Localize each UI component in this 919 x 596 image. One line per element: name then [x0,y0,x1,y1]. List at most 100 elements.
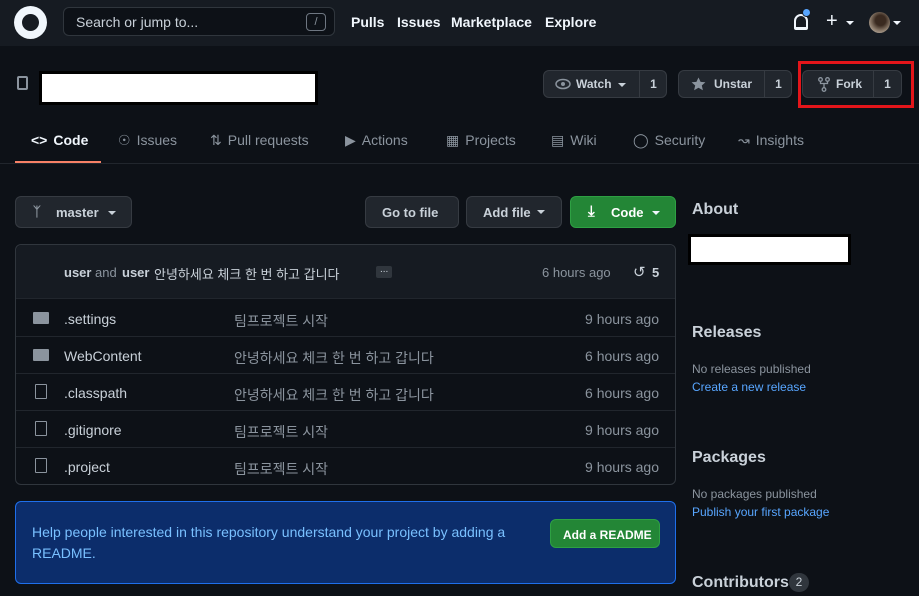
project-board-icon: ▦ [446,132,460,148]
tab-insights[interactable]: ↝ Insights [738,132,804,149]
file-list: user and user 안녕하세요 체크 한 번 하고 갑니다 ... 6 … [15,244,676,485]
repo-icon [17,76,28,90]
nav-explore[interactable]: Explore [545,14,596,30]
file-name[interactable]: .gitignore [64,422,122,438]
unstar-label: Unstar [714,77,753,91]
file-commit-message[interactable]: 팀프로젝트 시작 [234,311,328,331]
about-description-redacted [688,234,851,265]
branch-select-button[interactable]: ᛉ master [15,196,132,228]
nav-issues[interactable]: Issues [397,14,441,30]
file-row[interactable]: .gitignore 팀프로젝트 시작 9 hours ago [16,411,675,448]
watch-button[interactable]: Watch 1 [543,70,667,98]
profile-dropdown-caret-icon[interactable] [893,21,901,25]
tab-projects[interactable]: ▦ Projects [446,132,516,149]
commit-time: 6 hours ago [542,265,611,280]
issue-circle-icon: ☉ [118,132,131,148]
go-to-file-label: Go to file [382,205,439,220]
no-packages-text: No packages published [692,487,817,501]
tab-issues[interactable]: ☉ Issues [118,132,177,149]
readme-prompt: Help people interested in this repositor… [15,501,676,584]
nav-marketplace[interactable]: Marketplace [451,14,532,30]
fork-highlight-box [798,61,914,108]
commit-count[interactable]: 5 [652,265,659,280]
file-row[interactable]: WebContent 안녕하세요 체크 한 번 하고 갑니다 6 hours a… [16,337,675,374]
unstar-button[interactable]: Unstar 1 [678,70,792,98]
eye-icon [555,78,571,90]
history-icon[interactable]: ↺ [633,263,646,281]
file-name[interactable]: .project [64,459,110,475]
tab-issues-label: Issues [136,132,178,148]
tab-pull-requests-label: Pull requests [227,132,309,148]
tabs-divider [0,163,919,164]
tab-actions-label: Actions [361,132,408,148]
about-heading: About [692,201,739,218]
add-file-label: Add file [483,205,531,220]
file-icon [33,421,47,436]
commit-author-1[interactable]: user [64,265,91,280]
tab-security-label: Security [654,132,706,148]
file-row[interactable]: .classpath 안녕하세요 체크 한 번 하고 갑니다 6 hours a… [16,374,675,411]
no-releases-text: No releases published [692,362,811,376]
file-time: 6 hours ago [585,348,659,364]
releases-heading[interactable]: Releases [692,324,761,342]
tab-insights-label: Insights [755,132,804,148]
watch-caret-icon [618,83,626,87]
file-icon [33,458,47,473]
folder-icon [33,312,49,324]
star-icon [691,77,706,91]
file-name[interactable]: .settings [64,311,116,327]
file-name[interactable]: WebContent [64,348,142,364]
file-row[interactable]: .settings 팀프로젝트 시작 9 hours ago [16,300,675,337]
folder-icon [33,349,49,361]
add-file-button[interactable]: Add file [466,196,562,228]
shield-icon: ◯ [633,132,649,148]
repo-name-redacted[interactable] [39,71,318,105]
nav-pulls[interactable]: Pulls [351,14,384,30]
tab-projects-label: Projects [465,132,516,148]
commit-and: and [95,265,117,280]
tab-pull-requests[interactable]: ⇅ Pull requests [210,132,309,149]
file-name[interactable]: .classpath [64,385,127,401]
watch-count[interactable]: 1 [639,71,667,97]
branch-caret-icon [108,211,116,215]
file-time: 6 hours ago [585,385,659,401]
branch-icon: ᛉ [33,204,41,219]
commit-message[interactable]: 안녕하세요 체크 한 번 하고 갑니다 [154,264,340,283]
search-placeholder: Search or jump to... [76,14,199,30]
contributors-heading[interactable]: Contributors [692,574,789,592]
download-icon: ⤓ [588,203,595,220]
packages-heading[interactable]: Packages [692,449,766,467]
tab-security[interactable]: ◯ Security [633,132,705,149]
watch-label: Watch [576,77,612,91]
file-time: 9 hours ago [585,311,659,327]
publish-package-link[interactable]: Publish your first package [692,505,829,519]
go-to-file-button[interactable]: Go to file [365,196,459,228]
file-commit-message[interactable]: 팀프로젝트 시작 [234,422,328,442]
tab-actions[interactable]: ▶ Actions [345,132,408,149]
file-commit-message[interactable]: 안녕하세요 체크 한 번 하고 갑니다 [234,348,434,368]
code-caret-icon [652,211,660,215]
tab-code-label: Code [53,132,89,148]
add-readme-button[interactable]: Add a README [550,519,660,548]
file-row[interactable]: .project 팀프로젝트 시작 9 hours ago [16,448,675,485]
branch-name: master [56,205,99,220]
star-count[interactable]: 1 [764,71,792,97]
commit-expand-button[interactable]: ... [376,265,393,278]
tab-wiki-label: Wiki [570,132,597,148]
code-download-button[interactable]: ⤓ Code [570,196,676,228]
github-logo-icon[interactable] [14,6,47,39]
readme-prompt-text: Help people interested in this repositor… [32,524,506,561]
user-avatar[interactable] [869,12,890,33]
create-new-plus-icon[interactable]: + [826,10,838,33]
tab-wiki[interactable]: ▤ Wiki [551,132,597,149]
search-input[interactable]: Search or jump to... / [63,7,335,36]
file-commit-message[interactable]: 팀프로젝트 시작 [234,459,328,479]
file-icon [33,384,47,399]
file-commit-message[interactable]: 안녕하세요 체크 한 번 하고 갑니다 [234,385,434,405]
create-dropdown-caret-icon[interactable] [846,21,854,25]
commit-author-2[interactable]: user [122,265,149,280]
file-time: 9 hours ago [585,459,659,475]
create-release-link[interactable]: Create a new release [692,380,806,394]
file-time: 9 hours ago [585,422,659,438]
tab-code[interactable]: <> Code [31,132,88,148]
